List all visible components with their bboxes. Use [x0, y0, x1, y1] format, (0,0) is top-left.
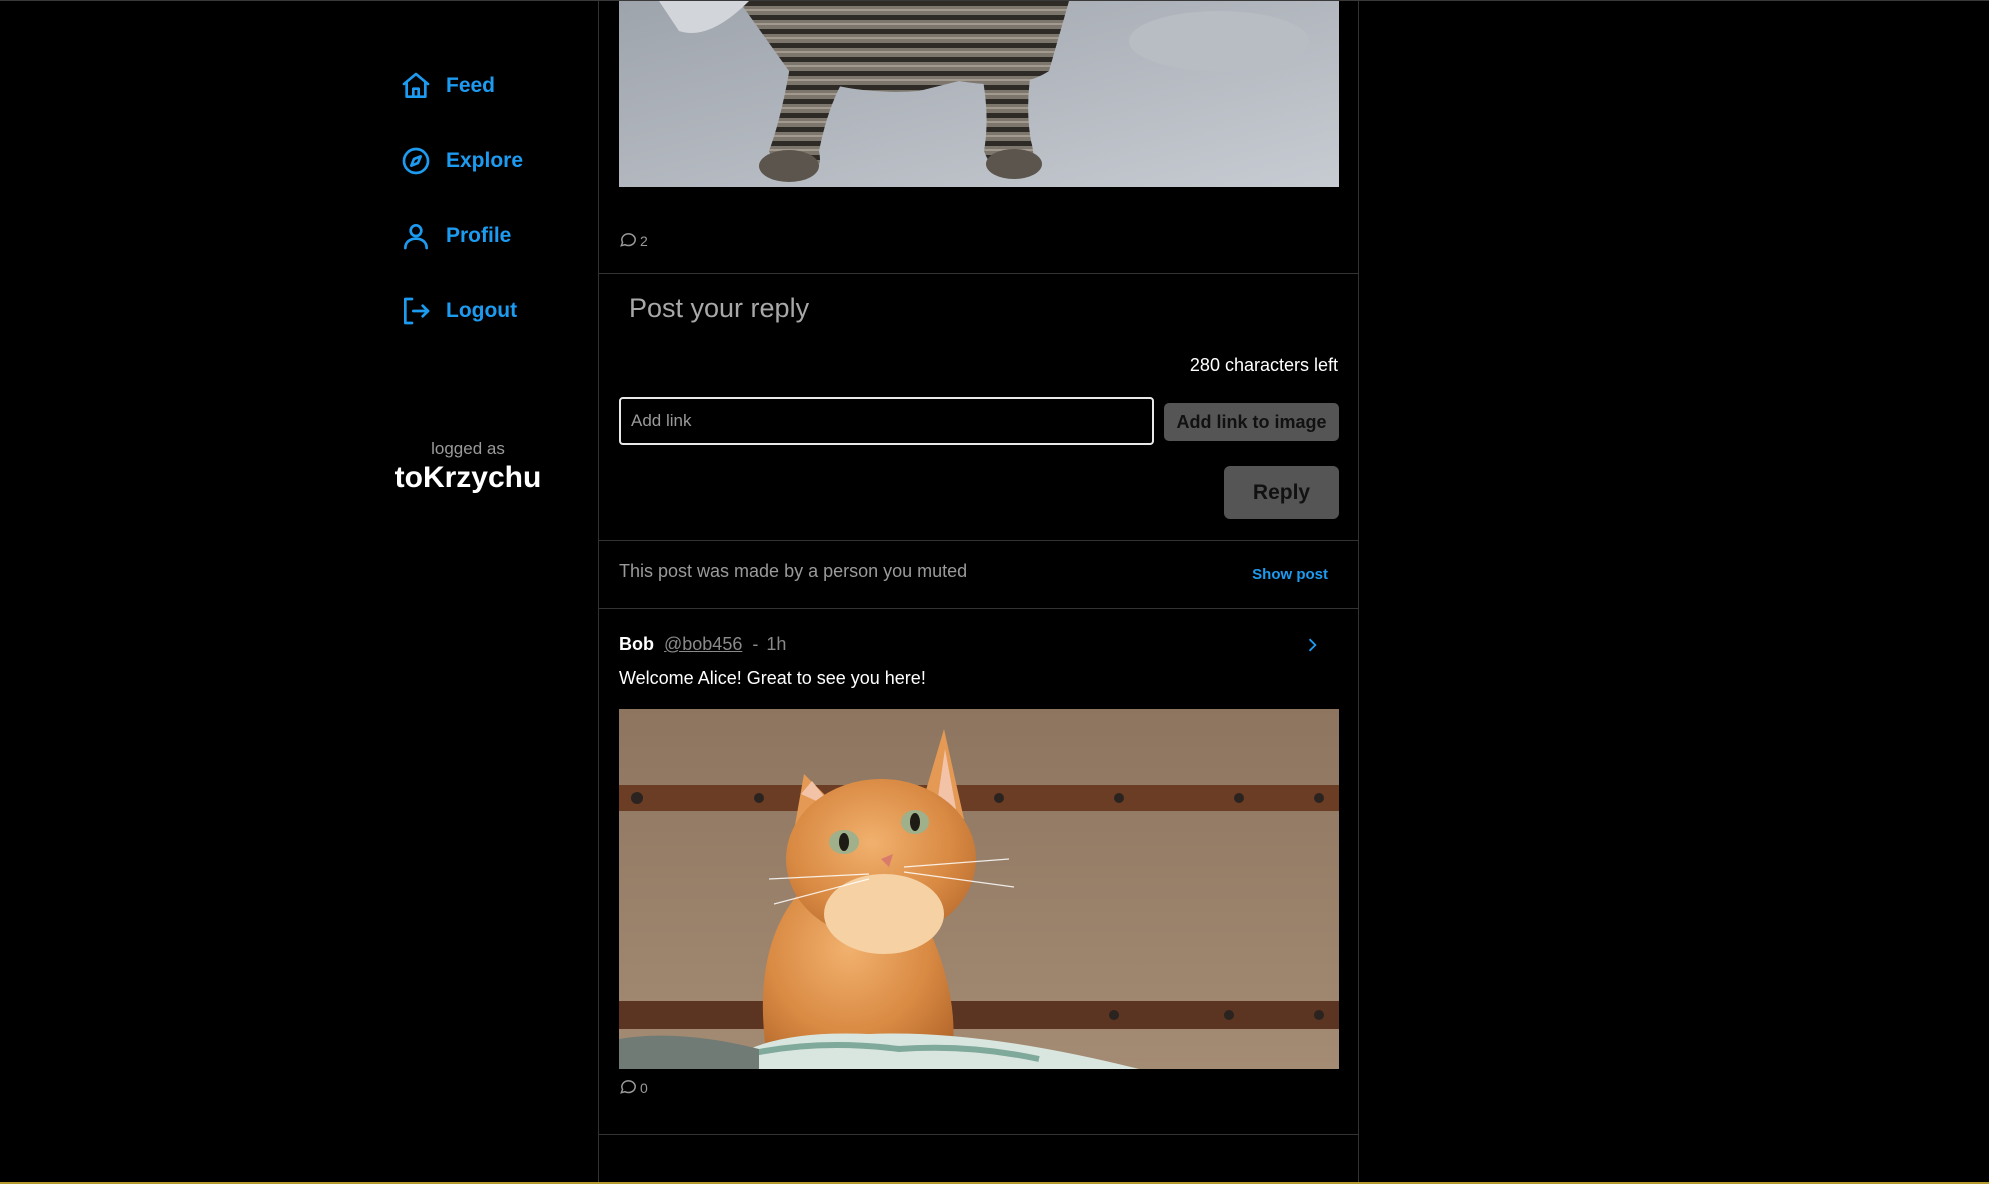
sidebar-item-explore[interactable]: Explore [400, 136, 620, 186]
author-handle[interactable]: @bob456 [664, 634, 742, 655]
post-timestamp: 1h [766, 634, 787, 654]
comment-count[interactable]: 2 [618, 229, 648, 249]
add-link-to-image-button[interactable]: Add link to image [1164, 403, 1339, 441]
reply-composer: Post your reply 280 characters left Add … [599, 273, 1358, 541]
sidebar-item-profile[interactable]: Profile [400, 211, 620, 261]
sidebar-item-logout[interactable]: Logout [400, 286, 620, 336]
comment-icon [620, 233, 636, 247]
author-name[interactable]: Bob [619, 634, 654, 655]
muted-post-card: This post was made by a person you muted… [599, 540, 1358, 609]
sidebar-item-feed[interactable]: Feed [400, 61, 620, 111]
logged-as-caption: logged as [431, 439, 505, 458]
home-icon [402, 72, 430, 98]
reply-button[interactable]: Reply [1224, 466, 1339, 519]
comment-count-value: 0 [640, 1080, 648, 1096]
muted-post-notice: This post was made by a person you muted [619, 561, 968, 581]
app-viewport: Feed Explore Profile Logout logged as to… [0, 0, 1989, 1184]
post-card[interactable]: Bob @bob456 - 1h Welcome Alice! Great to… [599, 608, 1358, 1135]
chevron-right-icon[interactable] [1302, 635, 1322, 655]
sidebar-item-label: Explore [446, 149, 524, 172]
characters-left-counter: 280 characters left [1189, 355, 1338, 375]
feed-column: 2 Post your reply 280 characters left Ad… [598, 1, 1359, 1184]
post-image-ginger-cat [619, 709, 1339, 1069]
current-username: toKrzychu [394, 461, 542, 494]
comment-icon [620, 1080, 636, 1094]
show-post-link[interactable]: Show post [1252, 566, 1328, 583]
sidebar-item-label: Feed [446, 74, 496, 97]
comment-count[interactable]: 0 [618, 1076, 648, 1096]
header-separator: - [752, 634, 759, 654]
logout-icon [404, 297, 430, 325]
add-link-input[interactable] [619, 397, 1154, 445]
post-card[interactable]: 2 [599, 1, 1358, 274]
sidebar-nav: Feed Explore Profile Logout [400, 61, 620, 361]
reply-text-area[interactable]: Post your reply [629, 293, 809, 324]
post-image-tabby-cat [619, 1, 1339, 187]
post-header: Bob @bob456 - 1h [619, 634, 786, 655]
user-icon [404, 224, 428, 250]
comment-count-value: 2 [640, 233, 648, 249]
sidebar-item-label: Logout [446, 299, 518, 322]
post-text: Welcome Alice! Great to see you here! [619, 668, 926, 688]
compass-icon [402, 147, 430, 175]
session-info: logged as toKrzychu [380, 439, 556, 495]
sidebar-item-label: Profile [446, 224, 512, 247]
